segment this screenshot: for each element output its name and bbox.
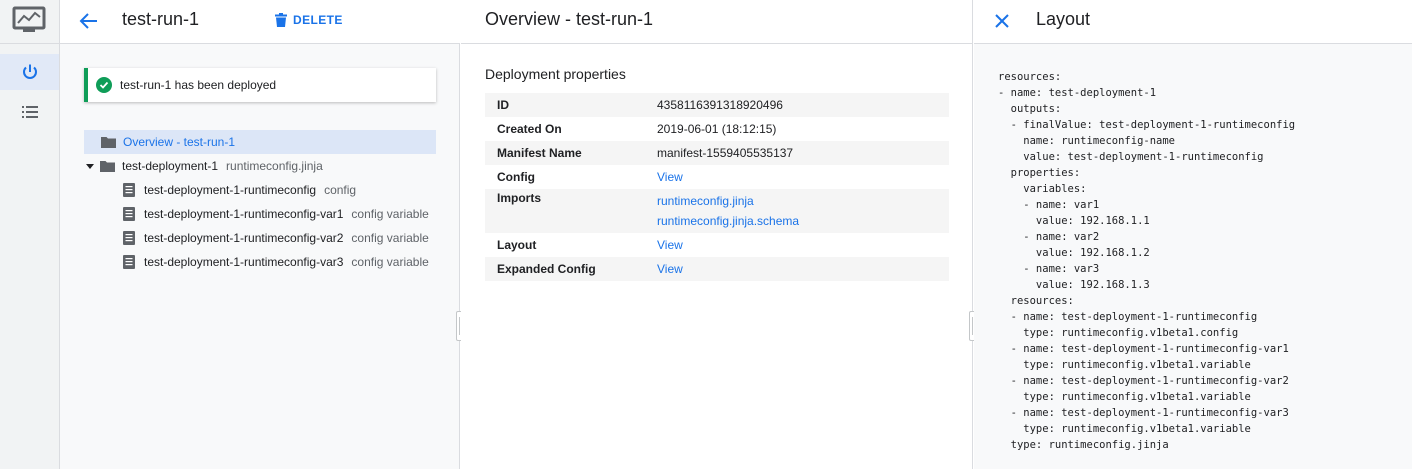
property-name: Imports	[485, 189, 657, 233]
property-value: 2019-06-01 (18:12:15)	[657, 122, 777, 136]
deployment-manager-logo-icon[interactable]	[12, 6, 46, 34]
power-icon	[22, 64, 37, 79]
property-name: Created On	[497, 122, 562, 136]
rail-divider	[0, 43, 60, 44]
property-name: ID	[485, 93, 657, 117]
table-row: Imports runtimeconfig.jinja runtimeconfi…	[485, 189, 949, 233]
tree-item-label: test-deployment-1-runtimeconfig-var2	[144, 231, 344, 245]
overview-title: Overview - test-run-1	[485, 9, 654, 29]
check-circle-icon	[96, 77, 112, 93]
layout-panel: Layout resources: - name: test-deploymen…	[974, 0, 1412, 469]
deploy-success-toast: test-run-1 has been deployed	[84, 68, 436, 102]
rail-list-button[interactable]	[0, 94, 59, 130]
delete-button[interactable]: DELETE	[275, 11, 343, 29]
property-name: Layout	[497, 238, 537, 252]
toast-message: test-run-1 has been deployed	[120, 78, 277, 92]
tree-item-label: Overview - test-run-1	[123, 135, 236, 149]
table-row: Created On 2019-06-01 (18:12:15)	[485, 117, 949, 141]
tree-item-type: runtimeconfig.jinja	[226, 159, 323, 173]
layout-view-link[interactable]: View	[657, 235, 949, 255]
tree-item-type: config variable	[351, 207, 429, 221]
table-row: Config View	[485, 165, 949, 189]
layout-header: Layout	[974, 0, 1412, 44]
rail-deployments-button[interactable]	[0, 54, 59, 90]
tree-item-resource[interactable]: test-deployment-1-runtimeconfig config	[123, 178, 356, 202]
deployment-title: test-run-1	[122, 9, 200, 29]
left-rail	[0, 0, 60, 469]
caret-down-icon[interactable]	[86, 162, 94, 170]
folder-icon	[100, 161, 115, 172]
tree-item-label: test-deployment-1-runtimeconfig-var1	[144, 207, 344, 221]
document-icon	[123, 231, 135, 245]
overview-panel: Overview - test-run-1 Deployment propert…	[461, 0, 976, 469]
delete-label: DELETE	[293, 13, 343, 27]
config-view-link[interactable]: View	[657, 167, 949, 187]
layout-yaml: resources: - name: test-deployment-1 out…	[998, 71, 1296, 451]
table-row: Manifest Name manifest-1559405535137	[485, 141, 949, 165]
tree-item-type: config variable	[351, 255, 429, 269]
import-link-jinja[interactable]: runtimeconfig.jinja	[657, 191, 949, 211]
trash-icon	[275, 13, 287, 27]
tree-item-deployment[interactable]: test-deployment-1 runtimeconfig.jinja	[86, 154, 323, 178]
deployment-header: test-run-1 DELETE	[60, 0, 460, 44]
document-icon	[123, 255, 135, 269]
property-value: 4358116391318920496	[657, 93, 949, 117]
property-name: Manifest Name	[485, 141, 657, 165]
folder-icon	[101, 137, 116, 148]
tree-item-overview[interactable]: Overview - test-run-1	[84, 130, 436, 154]
back-arrow-icon[interactable]	[78, 10, 100, 32]
property-value: manifest-1559405535137	[657, 141, 949, 165]
tree-item-type: config variable	[351, 231, 429, 245]
close-icon[interactable]	[992, 11, 1012, 31]
tree-item-label: test-deployment-1-runtimeconfig	[144, 183, 317, 197]
tree-item-label: test-deployment-1	[122, 159, 219, 173]
table-row: Layout View	[485, 233, 949, 257]
tree-item-resource[interactable]: test-deployment-1-runtimeconfig-var3 con…	[123, 250, 429, 274]
deployment-properties-table: ID 4358116391318920496 Created On 2019-0…	[485, 93, 949, 281]
tree-item-resource[interactable]: test-deployment-1-runtimeconfig-var2 con…	[123, 226, 429, 250]
table-row: Expanded Config View	[485, 257, 949, 281]
list-icon	[21, 106, 38, 118]
tree-item-label: test-deployment-1-runtimeconfig-var3	[144, 255, 344, 269]
tree-item-type: config	[324, 183, 357, 197]
deployment-panel: test-run-1 DELETE test-run-1 has been de…	[60, 0, 463, 469]
property-name: Config	[497, 170, 535, 184]
table-row: ID 4358116391318920496	[485, 93, 949, 117]
overview-header: Overview - test-run-1	[461, 0, 973, 44]
property-name: Expanded Config	[485, 257, 657, 281]
expanded-config-view-link[interactable]: View	[657, 259, 949, 279]
document-icon	[123, 183, 135, 197]
layout-title: Layout	[1036, 9, 1091, 29]
import-link-schema[interactable]: runtimeconfig.jinja.schema	[657, 211, 949, 231]
section-heading: Deployment properties	[485, 66, 626, 82]
document-icon	[123, 207, 135, 221]
tree-item-resource[interactable]: test-deployment-1-runtimeconfig-var1 con…	[123, 202, 429, 226]
